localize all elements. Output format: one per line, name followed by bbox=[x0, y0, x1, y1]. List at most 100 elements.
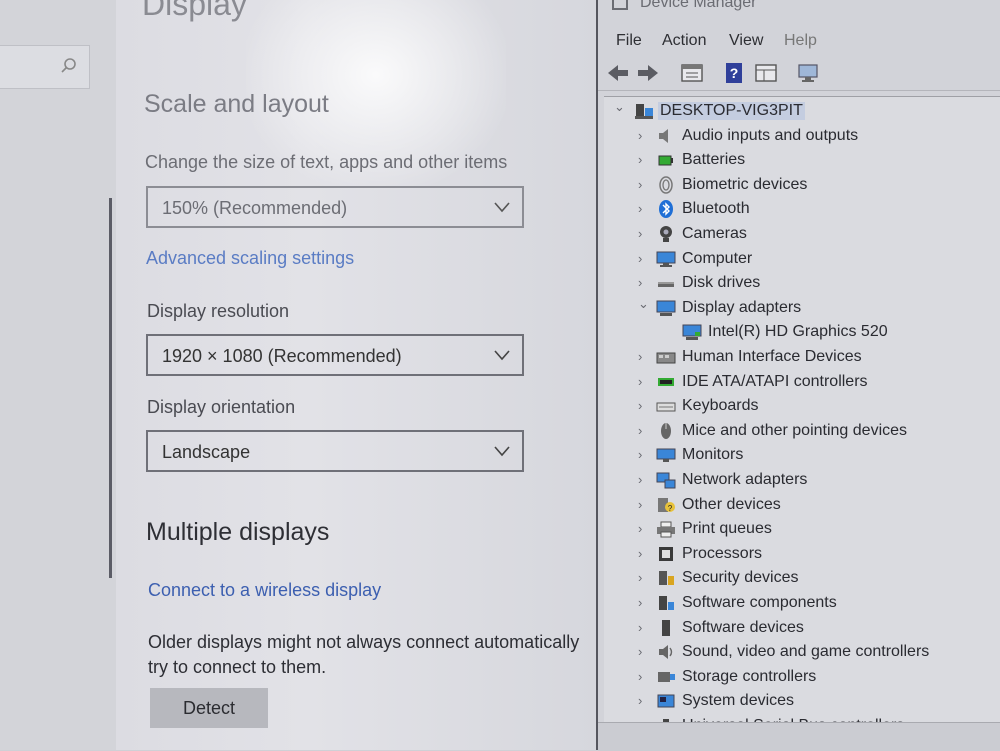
device-category-speaker[interactable]: › Audio inputs and outputs bbox=[604, 126, 1000, 148]
toolbar: ? bbox=[598, 58, 1000, 91]
device-category-mouse[interactable]: › Mice and other pointing devices bbox=[604, 421, 1000, 443]
chevron-down-icon[interactable]: ⌄ bbox=[638, 296, 649, 311]
device-tree-label: Storage controllers bbox=[682, 667, 817, 685]
device-category-bluetooth[interactable]: › Bluetooth bbox=[604, 199, 1000, 221]
chevron-right-icon[interactable]: › bbox=[638, 128, 648, 143]
storage-icon bbox=[656, 668, 676, 686]
device-category-monitor[interactable]: › Monitors bbox=[604, 445, 1000, 467]
device-category-storage[interactable]: › Storage controllers bbox=[604, 667, 1000, 689]
menu-action[interactable]: Action bbox=[662, 32, 706, 50]
device-category-display-adapter[interactable]: ⌄ Display adapters bbox=[604, 296, 1000, 320]
sound-icon bbox=[656, 643, 676, 661]
orientation-label: Display orientation bbox=[147, 397, 296, 417]
device-category-camera[interactable]: › Cameras bbox=[604, 224, 1000, 246]
view-resources-icon[interactable] bbox=[754, 62, 778, 84]
menu-file[interactable]: File bbox=[616, 32, 642, 50]
svg-text:?: ? bbox=[730, 65, 739, 81]
chevron-right-icon[interactable]: › bbox=[638, 448, 648, 462]
device-category-hid[interactable]: › Human Interface Devices bbox=[604, 347, 1000, 369]
device-category-software-component[interactable]: › Software components bbox=[604, 593, 1000, 615]
device-category-computer[interactable]: › Computer bbox=[604, 249, 1000, 271]
chevron-right-icon[interactable]: › bbox=[638, 374, 648, 389]
chevron-right-icon[interactable]: › bbox=[638, 669, 648, 684]
device-category-battery[interactable]: › Batteries bbox=[604, 150, 1000, 172]
gpu-icon bbox=[682, 323, 702, 341]
device-tree-label: System devices bbox=[682, 692, 795, 710]
device-category-security[interactable]: › Security devices bbox=[604, 568, 1000, 590]
processor-icon bbox=[656, 545, 676, 563]
device-tree-label: Processors bbox=[682, 544, 763, 562]
chevron-down-icon[interactable]: ⌄ bbox=[614, 100, 625, 114]
device-category-sound[interactable]: › Sound, video and game controllers bbox=[604, 642, 1000, 664]
chevron-right-icon[interactable]: › bbox=[638, 153, 648, 167]
device-item[interactable]: Intel(R) HD Graphics 520 bbox=[604, 322, 1000, 344]
device-category-network[interactable]: › Network adapters bbox=[604, 470, 1000, 492]
menu-help[interactable]: Help bbox=[784, 32, 817, 50]
display-adapter-icon bbox=[656, 299, 676, 317]
device-tree-label: Intel(R) HD Graphics 520 bbox=[708, 323, 888, 341]
older-displays-text: Older displays might not always connect … bbox=[148, 630, 596, 680]
device-category-software-device[interactable]: › Software devices bbox=[604, 618, 1000, 640]
device-tree-label: Print queues bbox=[682, 520, 772, 538]
device-tree-label: Software components bbox=[682, 594, 837, 611]
search-icon[interactable] bbox=[59, 56, 79, 76]
device-tree-label: Bluetooth bbox=[682, 200, 750, 218]
keyboard-icon bbox=[656, 397, 676, 415]
chevron-right-icon[interactable]: › bbox=[638, 645, 648, 659]
ide-icon bbox=[656, 373, 676, 391]
chevron-right-icon[interactable]: › bbox=[638, 423, 648, 438]
chevron-right-icon[interactable]: › bbox=[638, 571, 648, 585]
device-category-keyboard[interactable]: › Keyboards bbox=[604, 396, 1000, 418]
chevron-right-icon[interactable]: › bbox=[638, 522, 648, 536]
older-displays-line-1: Older displays might not always connect … bbox=[148, 632, 580, 652]
disk-icon bbox=[656, 274, 676, 292]
device-category-other-devices[interactable]: ›? Other devices bbox=[604, 495, 1000, 517]
forward-arrow-icon[interactable] bbox=[636, 62, 660, 84]
security-icon bbox=[656, 569, 676, 587]
older-displays-line-2: try to connect to them. bbox=[148, 657, 327, 677]
back-arrow-icon[interactable] bbox=[606, 62, 630, 84]
device-tree-label: Other devices bbox=[682, 495, 781, 513]
chevron-right-icon[interactable]: › bbox=[638, 276, 648, 290]
chevron-right-icon[interactable]: › bbox=[638, 399, 648, 413]
device-tree-label: Monitors bbox=[682, 446, 744, 464]
detect-button[interactable]: Detect bbox=[150, 688, 268, 728]
chevron-right-icon[interactable]: › bbox=[638, 202, 648, 216]
chevron-right-icon[interactable]: › bbox=[638, 546, 648, 561]
chevron-right-icon[interactable]: › bbox=[638, 251, 648, 266]
chevron-right-icon[interactable]: › bbox=[638, 177, 648, 192]
system-icon bbox=[656, 692, 676, 710]
device-category-ide[interactable]: › IDE ATA/ATAPI controllers bbox=[604, 372, 1000, 394]
page-title: Display bbox=[142, 0, 247, 22]
chevron-right-icon[interactable]: › bbox=[638, 596, 648, 610]
wireless-display-link[interactable]: Connect to a wireless display bbox=[148, 580, 381, 601]
nav-scrollbar[interactable] bbox=[109, 198, 112, 578]
chevron-right-icon[interactable]: › bbox=[638, 694, 648, 708]
device-tree-root[interactable]: ⌄ DESKTOP-VIG3PIT bbox=[604, 100, 1000, 123]
help-icon[interactable]: ? bbox=[722, 62, 746, 84]
device-category-printer[interactable]: › Print queues bbox=[604, 519, 1000, 541]
scan-hardware-icon[interactable] bbox=[796, 62, 820, 84]
resolution-dropdown[interactable]: 1920 × 1080 (Recommended) bbox=[146, 334, 524, 376]
device-category-system[interactable]: › System devices bbox=[604, 691, 1000, 713]
scale-dropdown[interactable]: 150% (Recommended) bbox=[146, 186, 524, 228]
orientation-dropdown[interactable]: Landscape bbox=[146, 430, 524, 472]
device-category-processor[interactable]: › Processors bbox=[604, 544, 1000, 566]
device-category-fingerprint[interactable]: › Biometric devices bbox=[604, 175, 1000, 197]
menu-view[interactable]: View bbox=[729, 32, 763, 50]
properties-icon[interactable] bbox=[680, 62, 704, 84]
orientation-value: Landscape bbox=[162, 442, 251, 462]
chevron-right-icon[interactable]: › bbox=[638, 473, 648, 487]
advanced-scaling-link[interactable]: Advanced scaling settings bbox=[146, 248, 354, 269]
settings-main-pane: Display Scale and layout Change the size… bbox=[116, 0, 596, 750]
resolution-value: 1920 × 1080 (Recommended) bbox=[162, 346, 402, 366]
device-category-disk[interactable]: › Disk drives bbox=[604, 273, 1000, 295]
settings-search-box[interactable] bbox=[0, 45, 90, 89]
chevron-right-icon[interactable]: › bbox=[638, 620, 648, 635]
horizontal-scrollbar[interactable] bbox=[598, 722, 1000, 751]
chevron-right-icon[interactable]: › bbox=[638, 497, 648, 512]
other-devices-icon: ? bbox=[656, 496, 676, 514]
settings-nav-pane bbox=[0, 0, 116, 750]
chevron-right-icon[interactable]: › bbox=[638, 227, 648, 241]
chevron-right-icon[interactable]: › bbox=[638, 350, 648, 364]
